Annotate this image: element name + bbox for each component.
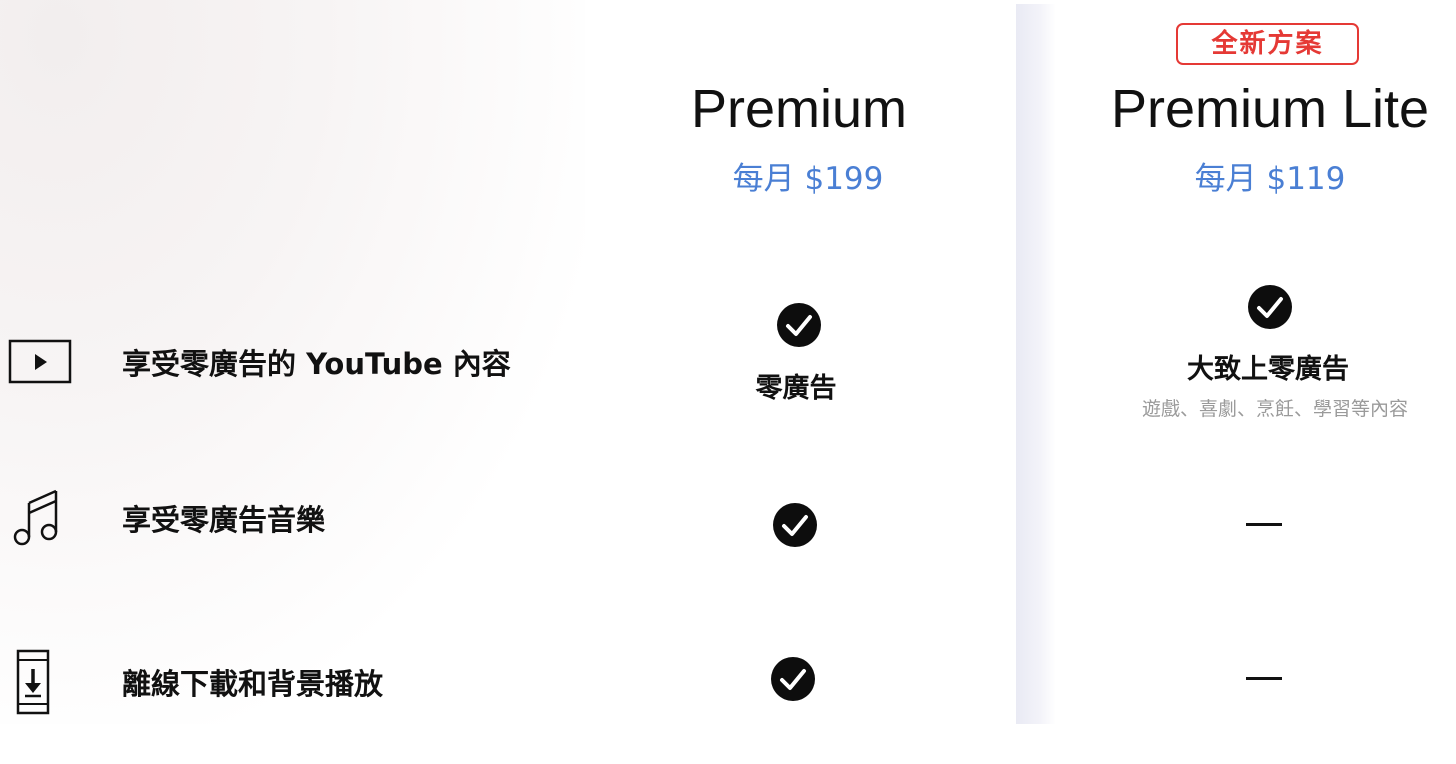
premium-ads-label: 零廣告 [755, 373, 837, 404]
check-icon [1248, 285, 1292, 329]
column-divider [1016, 4, 1056, 724]
feature-row-ad-free-video: 享受零廣告的 YouTube 內容 [0, 322, 585, 402]
new-plan-badge: 全新方案 [1176, 23, 1359, 65]
lite-offline-dash [1246, 677, 1282, 680]
feature-label-ad-free-music: 享受零廣告音樂 [122, 503, 326, 537]
check-icon [777, 303, 821, 347]
lite-ads-sublabel: 遊戲、喜劇、烹飪、學習等內容 [1141, 398, 1408, 420]
plan-name-premium-lite: Premium Lite [1110, 79, 1430, 139]
download-phone-icon [8, 647, 78, 717]
music-note-icon [8, 483, 78, 553]
plan-price-premium: 每月 $199 [732, 161, 884, 197]
lite-ads-label: 大致上零廣告 [1187, 354, 1349, 385]
feature-label-ad-free-video: 享受零廣告的 YouTube 內容 [122, 347, 511, 381]
play-box-icon [8, 327, 78, 397]
feature-row-offline-background: 離線下載和背景播放 [0, 642, 585, 722]
lite-music-dash [1246, 523, 1282, 526]
plan-price-premium-lite: 每月 $119 [1194, 161, 1346, 197]
feature-label-offline-background: 離線下載和背景播放 [122, 667, 384, 701]
plan-name-premium: Premium [690, 79, 908, 139]
feature-row-ad-free-music: 享受零廣告音樂 [0, 478, 585, 558]
plan-comparison-page: 享受零廣告的 YouTube 內容 享受零廣告音樂 離線下載和背景播放 Prem… [0, 0, 1456, 764]
check-icon [773, 503, 817, 547]
check-icon [771, 657, 815, 701]
